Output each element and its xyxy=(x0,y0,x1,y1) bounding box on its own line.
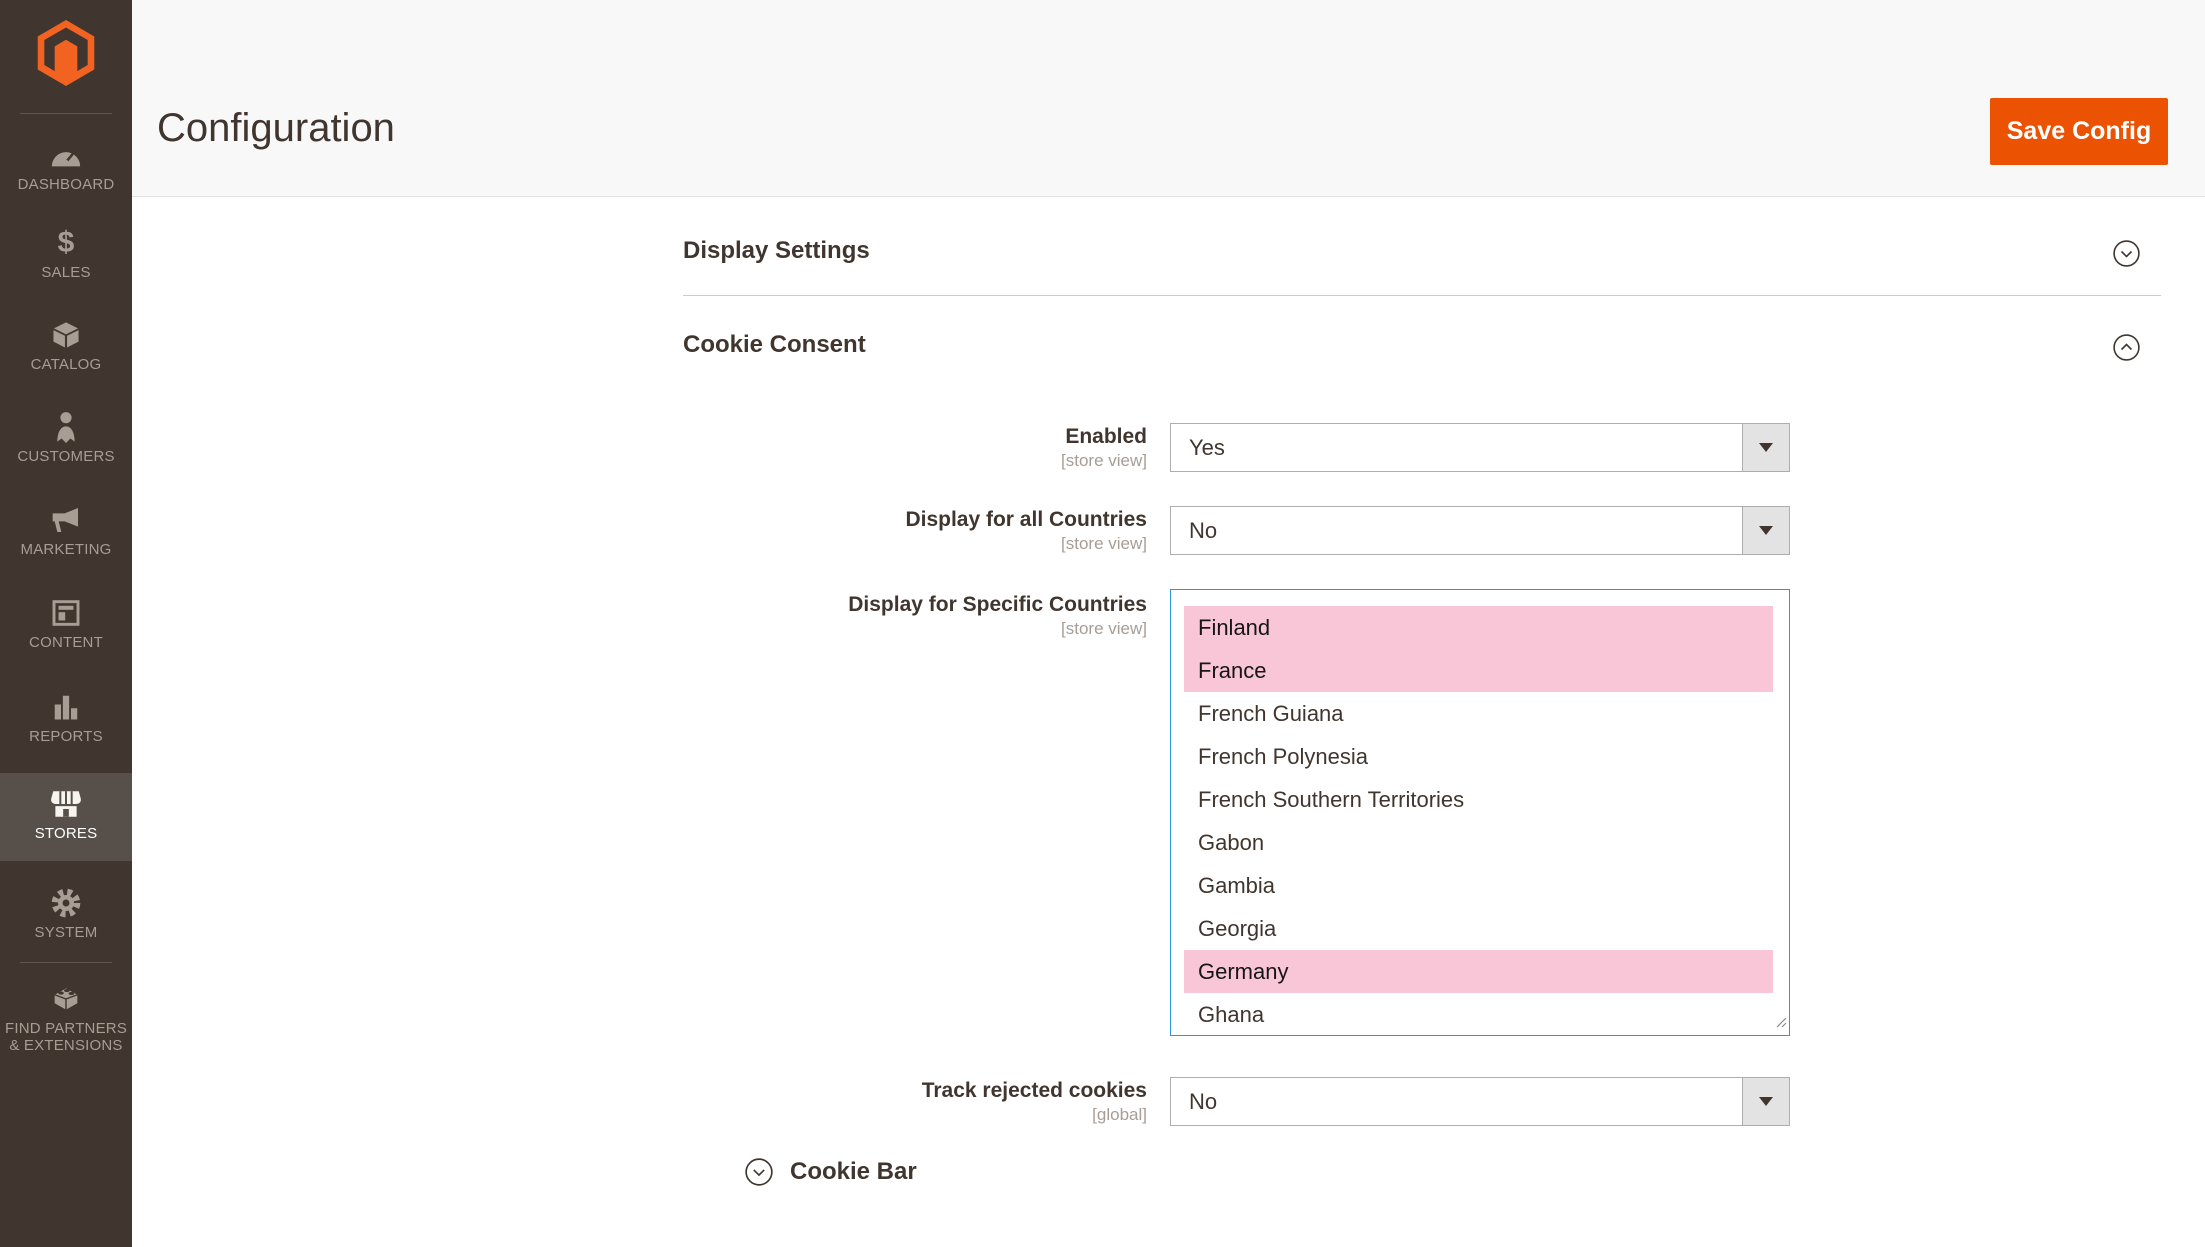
section-divider xyxy=(683,295,2161,296)
page-title: Configuration xyxy=(157,104,395,152)
sidebar-item-label: SYSTEM xyxy=(0,924,132,941)
sidebar-item-system[interactable]: SYSTEM xyxy=(0,886,132,941)
catalog-icon xyxy=(0,318,132,352)
chevron-down-circle-icon xyxy=(745,1158,773,1186)
country-option[interactable]: French Southern Territories xyxy=(1184,778,1773,821)
sidebar-item-label: REPORTS xyxy=(0,728,132,745)
country-option[interactable]: Georgia xyxy=(1184,907,1773,950)
select-value: No xyxy=(1189,1089,1217,1115)
select-value: Yes xyxy=(1189,435,1225,461)
reports-icon xyxy=(0,690,132,724)
sidebar-item-marketing[interactable]: MARKETING xyxy=(0,503,132,558)
admin-sidebar: DASHBOARD $ SALES CATALOG CUSTOMERS MARK… xyxy=(0,0,132,1247)
select-value: No xyxy=(1189,518,1217,544)
sidebar-item-label: CUSTOMERS xyxy=(0,448,132,465)
sidebar-divider xyxy=(20,113,112,114)
country-option[interactable]: Germany xyxy=(1184,950,1773,993)
sidebar-item-find-partners[interactable]: FIND PARTNERS & EXTENSIONS xyxy=(0,982,132,1054)
field-label: Display for Specific Countries xyxy=(727,592,1147,618)
stores-icon xyxy=(0,787,132,821)
field-scope: [store view] xyxy=(727,450,1147,472)
field-label: Track rejected cookies xyxy=(727,1078,1147,1104)
marketing-icon xyxy=(0,503,132,537)
sidebar-item-catalog[interactable]: CATALOG xyxy=(0,318,132,373)
subsection-title: Cookie Bar xyxy=(790,1158,917,1186)
country-option[interactable]: Gabon xyxy=(1184,821,1773,864)
content-icon xyxy=(0,596,132,630)
dashboard-icon xyxy=(0,138,132,172)
field-scope: [store view] xyxy=(727,533,1147,555)
display-all-countries-select[interactable]: No xyxy=(1170,506,1790,555)
dropdown-arrow-zone[interactable] xyxy=(1742,507,1789,554)
sidebar-item-label: CONTENT xyxy=(0,634,132,651)
sidebar-divider xyxy=(20,962,112,963)
section-cookie-consent[interactable]: Cookie Consent xyxy=(683,331,866,359)
country-option[interactable]: Finland xyxy=(1184,606,1773,649)
chevron-down-circle-icon[interactable] xyxy=(2113,240,2140,267)
field-label: Enabled xyxy=(727,424,1147,450)
customers-icon xyxy=(0,410,132,444)
sidebar-item-label: CATALOG xyxy=(0,356,132,373)
country-option[interactable]: Ghana xyxy=(1184,993,1773,1036)
find-partners-icon xyxy=(0,982,132,1016)
field-scope: [store view] xyxy=(727,618,1147,640)
sidebar-item-label: SALES xyxy=(0,264,132,281)
sidebar-item-content[interactable]: CONTENT xyxy=(0,596,132,651)
field-label-display-specific-countries: Display for Specific Countries [store vi… xyxy=(727,592,1147,640)
dropdown-arrow-zone[interactable] xyxy=(1742,1078,1789,1125)
page-header xyxy=(132,0,2205,197)
sidebar-item-label: DASHBOARD xyxy=(0,176,132,193)
subsection-cookie-bar[interactable]: Cookie Bar xyxy=(745,1158,917,1186)
country-option[interactable]: France xyxy=(1184,649,1773,692)
dropdown-arrow-icon xyxy=(1759,526,1773,535)
country-options: Finland France French Guiana French Poly… xyxy=(1184,606,1773,1036)
sidebar-item-label: FIND PARTNERS xyxy=(0,1020,132,1037)
sidebar-item-label: STORES xyxy=(0,825,132,842)
sidebar-item-customers[interactable]: CUSTOMERS xyxy=(0,410,132,465)
sidebar-item-dashboard[interactable]: DASHBOARD xyxy=(0,138,132,193)
track-rejected-cookies-select[interactable]: No xyxy=(1170,1077,1790,1126)
chevron-up-circle-icon[interactable] xyxy=(2113,334,2140,361)
dropdown-arrow-zone[interactable] xyxy=(1742,424,1789,471)
dropdown-arrow-icon xyxy=(1759,443,1773,452)
magento-logo-icon xyxy=(37,20,95,86)
section-display-settings[interactable]: Display Settings xyxy=(683,237,870,265)
resize-grip-icon[interactable] xyxy=(1775,1015,1787,1033)
enabled-select[interactable]: Yes xyxy=(1170,423,1790,472)
magento-logo[interactable] xyxy=(0,20,132,91)
country-option[interactable]: Gambia xyxy=(1184,864,1773,907)
sales-icon: $ xyxy=(0,226,132,260)
field-label-track-rejected-cookies: Track rejected cookies [global] xyxy=(727,1078,1147,1126)
sidebar-item-sales[interactable]: $ SALES xyxy=(0,226,132,281)
system-icon xyxy=(0,886,132,920)
specific-countries-multiselect[interactable]: Finland France French Guiana French Poly… xyxy=(1170,589,1790,1036)
dropdown-arrow-icon xyxy=(1759,1097,1773,1106)
sidebar-item-reports[interactable]: REPORTS xyxy=(0,690,132,745)
field-label-enabled: Enabled [store view] xyxy=(727,424,1147,472)
field-label: Display for all Countries xyxy=(727,507,1147,533)
sidebar-item-label: & EXTENSIONS xyxy=(0,1037,132,1054)
field-label-display-all-countries: Display for all Countries [store view] xyxy=(727,507,1147,555)
country-option[interactable]: French Polynesia xyxy=(1184,735,1773,778)
save-config-button[interactable]: Save Config xyxy=(1990,98,2168,165)
sidebar-item-label: MARKETING xyxy=(0,541,132,558)
field-scope: [global] xyxy=(727,1104,1147,1126)
country-option[interactable]: French Guiana xyxy=(1184,692,1773,735)
sidebar-item-stores[interactable]: STORES xyxy=(0,773,132,861)
